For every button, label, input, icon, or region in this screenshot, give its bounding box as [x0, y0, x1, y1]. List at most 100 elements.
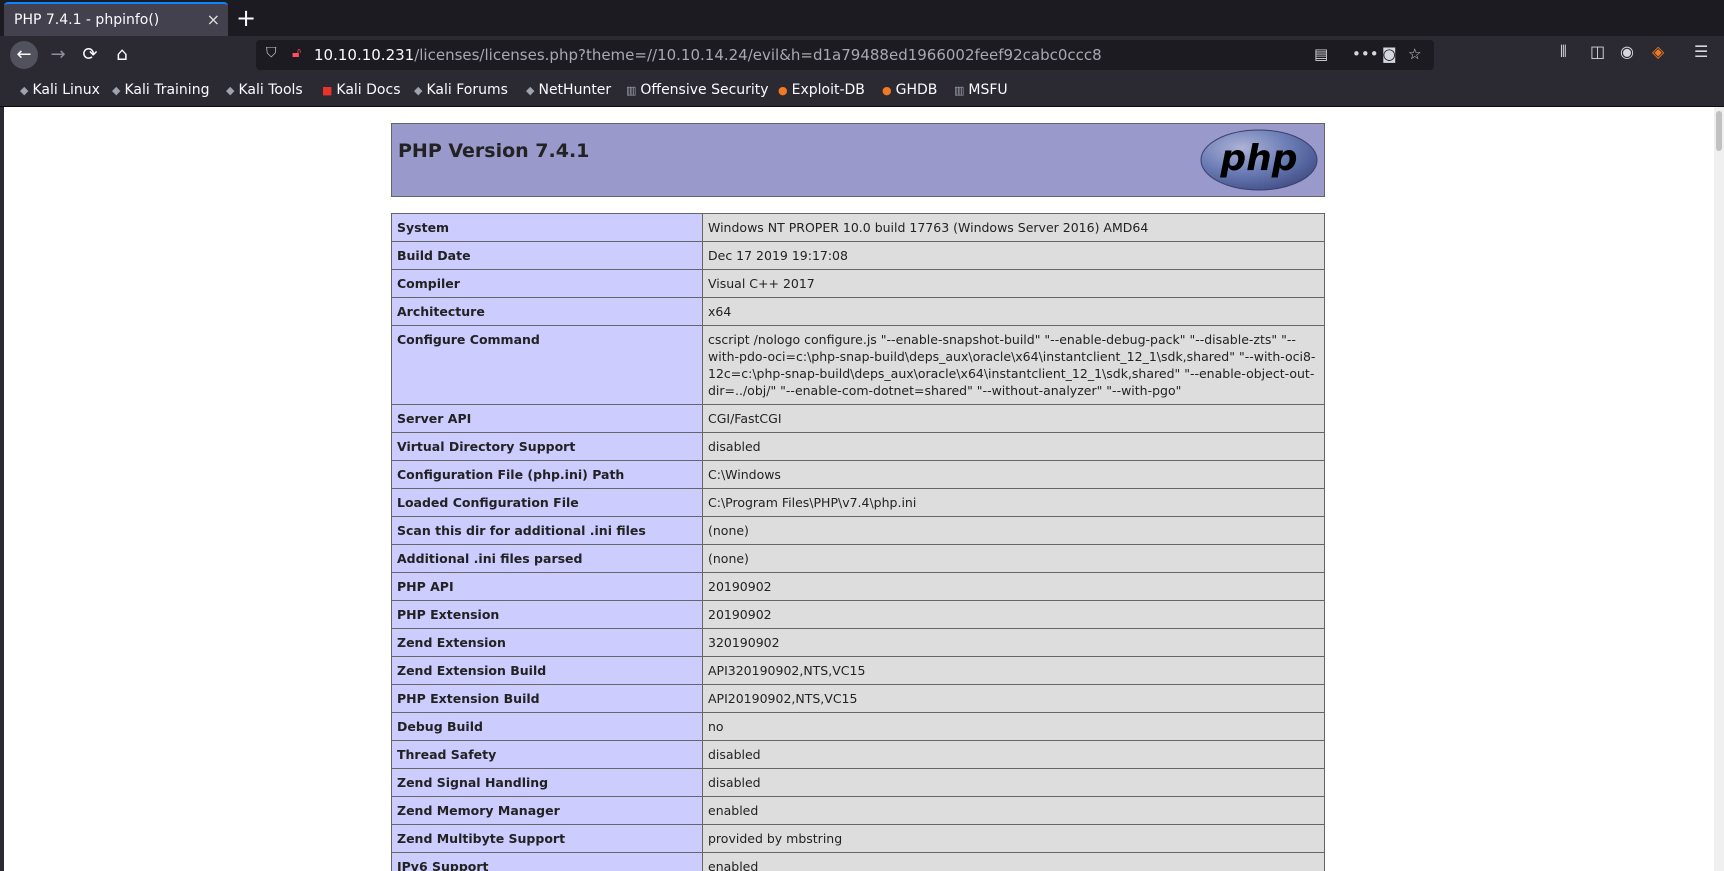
url-text[interactable]: 10.10.10.231/licenses/licenses.php?theme… [314, 46, 1102, 64]
row-key: Zend Multibyte Support [391, 824, 703, 853]
table-row: Additional .ini files parsed (none) [391, 544, 1325, 573]
row-value: 320190902 [702, 628, 1325, 657]
bookmark-msfu[interactable]: ▥ MSFU [954, 82, 1008, 98]
home-button[interactable]: ⌂ [108, 41, 136, 69]
table-row: Virtual Directory Support disabled [391, 432, 1325, 461]
table-row: System Windows NT PROPER 10.0 build 17763… [391, 213, 1325, 242]
tracking-protection-icon[interactable]: ⛉ [266, 45, 277, 61]
row-key: IPv6 Support [391, 852, 703, 871]
row-value: API20190902,NTS,VC15 [702, 684, 1325, 713]
table-row: Architecture x64 [391, 297, 1325, 326]
navigation-toolbar: ← → ⟳ ⌂ ⛉ 🔓︎ 10.10.10.231/licenses/licen… [0, 36, 1724, 74]
table-row: Thread Safety disabled [391, 740, 1325, 769]
bookmark-kali-training[interactable]: ◆ Kali Training [112, 82, 209, 98]
library-icon[interactable]: ⫴ [1560, 42, 1567, 62]
row-value: Windows NT PROPER 10.0 build 17763 (Wind… [702, 213, 1325, 242]
bookmarks-toolbar: ◆ Kali Linux ◆ Kali Training ◆ Kali Tools ■… [0, 74, 1724, 107]
row-value: C:\Windows [702, 460, 1325, 489]
page-content: PHP Version 7.4.1 php System Windows NT P… [4, 107, 1714, 871]
pocket-icon[interactable]: ◙ [1382, 45, 1397, 63]
exploitdb-icon: ● [778, 84, 788, 97]
vertical-scrollbar[interactable] [1714, 107, 1724, 871]
row-value: disabled [702, 768, 1325, 797]
php-logo[interactable]: php [1199, 128, 1319, 192]
row-key: PHP API [391, 572, 703, 601]
extension-icon[interactable]: ◈ [1652, 42, 1664, 61]
row-value: Visual C++ 2017 [702, 269, 1325, 298]
row-key: Zend Memory Manager [391, 796, 703, 825]
menu-icon[interactable]: ☰ [1694, 42, 1708, 61]
phpinfo-table: System Windows NT PROPER 10.0 build 17763… [391, 213, 1325, 871]
msfu-icon: ▥ [954, 84, 965, 97]
scrollbar-thumb[interactable] [1716, 111, 1722, 151]
account-icon[interactable]: ◉ [1620, 42, 1634, 61]
bookmark-exploit-db[interactable]: ● Exploit-DB [778, 82, 865, 98]
row-key: Configuration File (php.ini) Path [391, 460, 703, 489]
bookmark-ghdb[interactable]: ● GHDB [882, 82, 937, 98]
bookmark-kali-linux[interactable]: ◆ Kali Linux [20, 82, 100, 98]
row-value: C:\Program Files\PHP\v7.4\php.ini [702, 488, 1325, 517]
row-key: PHP Extension Build [391, 684, 703, 713]
tab-phpinfo[interactable]: PHP 7.4.1 - phpinfo() × [4, 2, 228, 36]
row-key: Debug Build [391, 712, 703, 741]
row-key: Server API [391, 404, 703, 433]
back-button[interactable]: ← [10, 41, 38, 69]
table-row: Zend Extension Build API320190902,NTS,VC1… [391, 656, 1325, 685]
row-value: (none) [702, 516, 1325, 545]
insecure-connection-icon[interactable]: 🔓︎ [292, 45, 301, 61]
reload-button[interactable]: ⟳ [76, 41, 104, 69]
bookmark-kali-tools[interactable]: ◆ Kali Tools [226, 82, 303, 98]
table-row: Configure Command cscript /nologo configu… [391, 325, 1325, 405]
row-value: Dec 17 2019 19:17:08 [702, 241, 1325, 270]
row-key: Additional .ini files parsed [391, 544, 703, 573]
row-key: Compiler [391, 269, 703, 298]
row-key: Thread Safety [391, 740, 703, 769]
phpinfo-header: PHP Version 7.4.1 php [391, 123, 1325, 197]
table-row: Server API CGI/FastCGI [391, 404, 1325, 433]
kali-dragon-icon: ◆ [414, 84, 423, 97]
bookmark-offensive-security[interactable]: ▥ Offensive Security [626, 82, 769, 98]
bookmark-kali-forums[interactable]: ◆ Kali Forums [414, 82, 508, 98]
table-row: PHP API 20190902 [391, 572, 1325, 601]
row-value: API320190902,NTS,VC15 [702, 656, 1325, 685]
row-value: 20190902 [702, 600, 1325, 629]
phpinfo-container: PHP Version 7.4.1 php System Windows NT P… [391, 123, 1325, 871]
table-row: Build Date Dec 17 2019 19:17:08 [391, 241, 1325, 270]
row-value: disabled [702, 740, 1325, 769]
table-row: IPv6 Support enabled [391, 852, 1325, 871]
forward-button[interactable]: → [44, 41, 72, 69]
sidebar-icon[interactable]: ◫ [1590, 42, 1605, 61]
kali-dragon-icon: ◆ [20, 84, 29, 97]
tab-title: PHP 7.4.1 - phpinfo() [14, 12, 160, 28]
table-row: Scan this dir for additional .ini files(… [391, 516, 1325, 545]
address-bar[interactable]: ⛉ 🔓︎ 10.10.10.231/licenses/licenses.php?… [256, 40, 1434, 70]
bookmark-star-icon[interactable]: ☆ [1408, 45, 1421, 63]
nethunter-icon: ◆ [526, 84, 535, 97]
table-row: PHP Extension 20190902 [391, 600, 1325, 629]
row-key: System [391, 213, 703, 242]
close-tab-icon[interactable]: × [207, 10, 220, 29]
bookmark-kali-docs[interactable]: ■ Kali Docs [322, 82, 401, 98]
table-row: Zend Extension 320190902 [391, 628, 1325, 657]
row-key: Scan this dir for additional .ini files [391, 516, 703, 545]
new-tab-button[interactable]: + [236, 4, 256, 32]
url-path: /licenses/licenses.php?theme=//10.10.14.… [414, 46, 1102, 64]
row-value: (none) [702, 544, 1325, 573]
table-row: PHP Extension Build API20190902,NTS,VC15 [391, 684, 1325, 713]
row-value: enabled [702, 852, 1325, 871]
table-row: Configuration File (php.ini) Path C:\Wind… [391, 460, 1325, 489]
bookmark-nethunter[interactable]: ◆ NetHunter [526, 82, 611, 98]
row-value: provided by mbstring [702, 824, 1325, 853]
row-value: cscript /nologo configure.js "--enable-s… [702, 325, 1325, 405]
ghdb-icon: ● [882, 84, 892, 97]
page-actions-icon[interactable]: ••• [1352, 45, 1379, 63]
row-value: disabled [702, 432, 1325, 461]
row-key: Architecture [391, 297, 703, 326]
row-value: 20190902 [702, 572, 1325, 601]
reader-view-icon[interactable]: ▤ [1314, 45, 1328, 63]
row-key: Virtual Directory Support [391, 432, 703, 461]
row-key: Configure Command [391, 325, 703, 405]
table-row: Zend Signal Handling disabled [391, 768, 1325, 797]
row-value: no [702, 712, 1325, 741]
offsec-icon: ▥ [626, 84, 637, 97]
